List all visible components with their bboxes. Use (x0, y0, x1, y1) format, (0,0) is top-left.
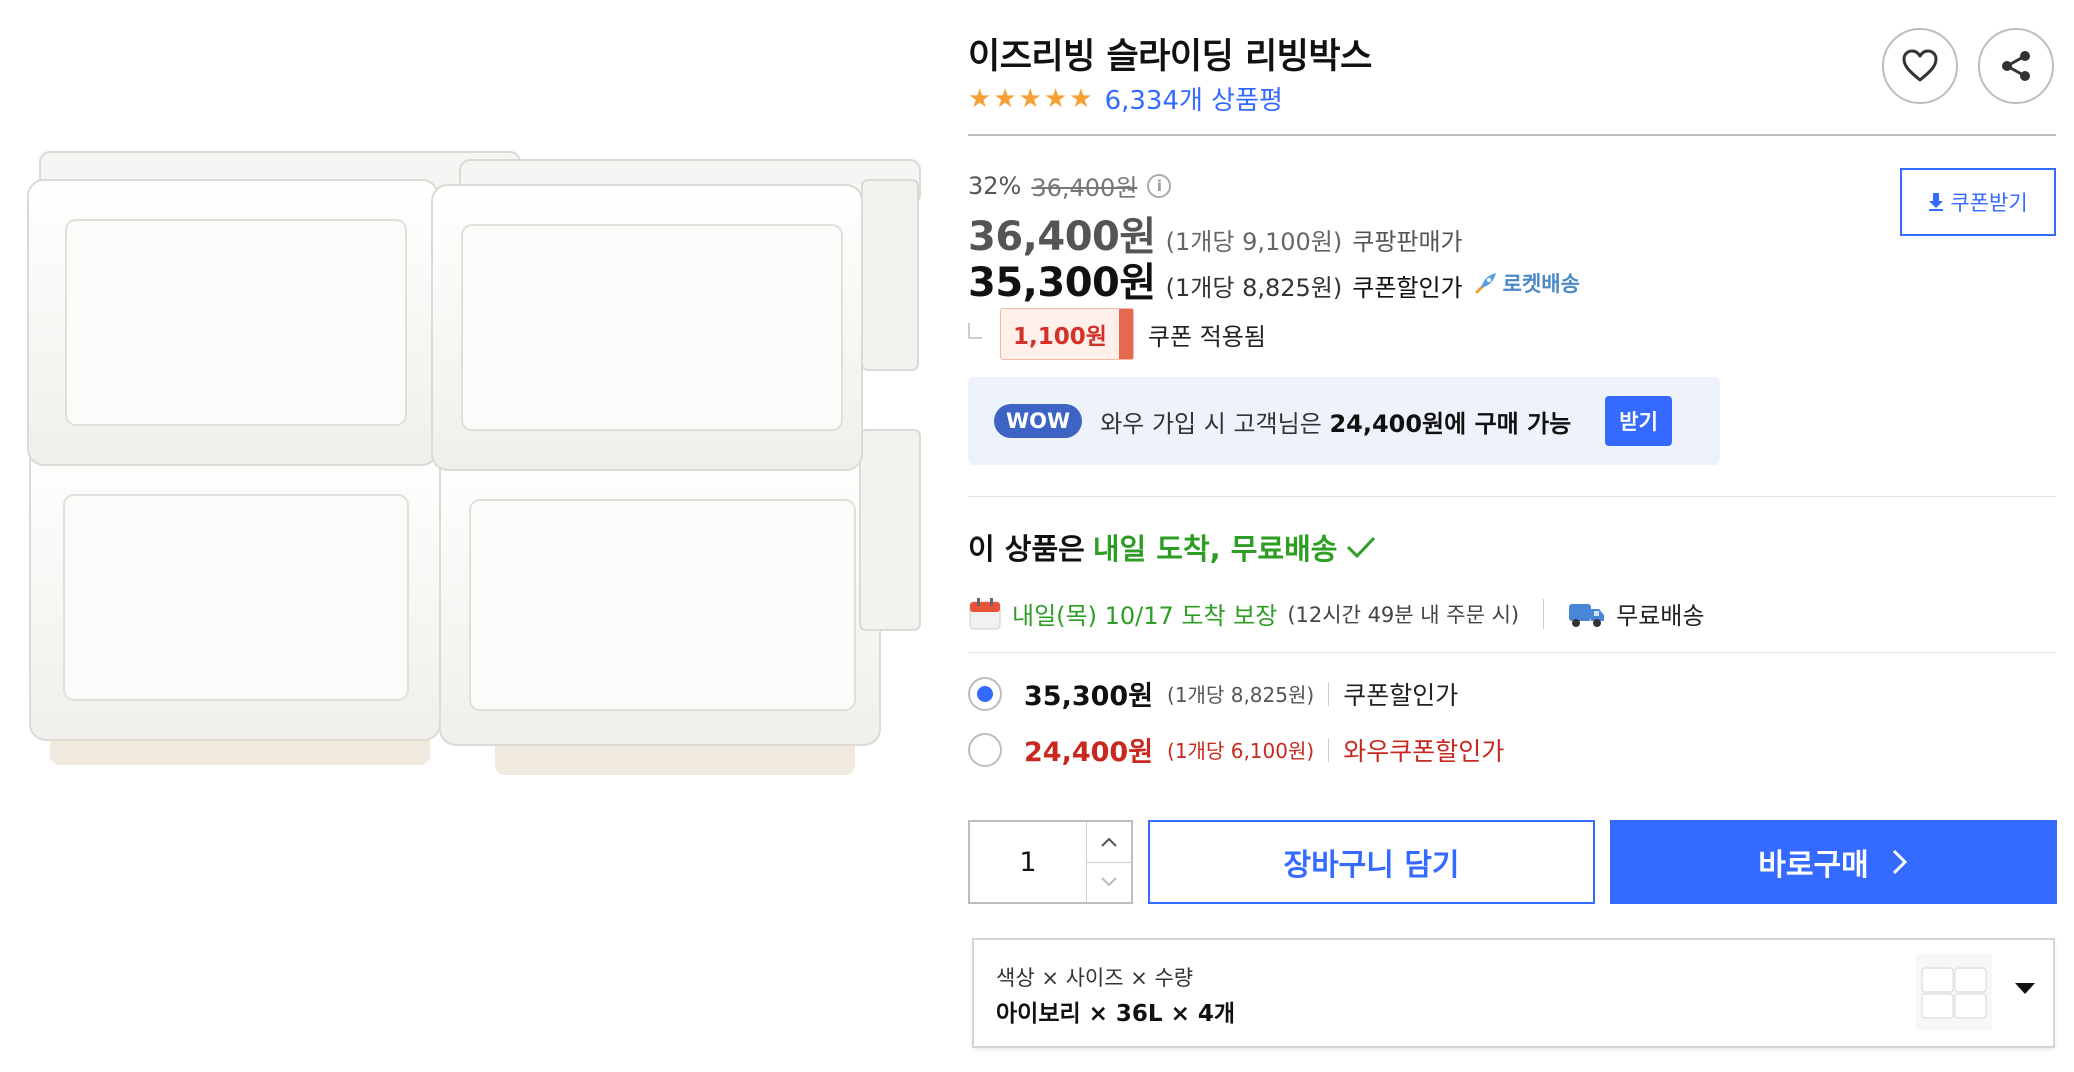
rating: ★ ★ ★ ★ ★ 6,334개 상품평 (968, 80, 1283, 117)
divider (968, 496, 2056, 497)
option-selector-value: 아이보리 × 36L × 4개 (996, 1001, 1236, 1027)
arrival-prefix: 이 상품은 (968, 532, 1085, 566)
buy-now-button[interactable]: 바로구매 (1610, 820, 2057, 904)
divider (968, 652, 2056, 653)
chevron-down-icon (1101, 877, 1117, 887)
checkmark-icon (1347, 536, 1376, 559)
rating-stars: ★ ★ ★ ★ ★ (968, 84, 1093, 114)
option-price: 24,400원 (1024, 737, 1154, 768)
price-option-coupon[interactable]: 35,300원 (1개당 8,825원) 쿠폰할인가 (968, 674, 1458, 713)
star-icon: ★ (993, 83, 1017, 114)
price-option-wow[interactable]: 24,400원 (1개당 6,100원) 와우쿠폰할인가 (968, 730, 1504, 769)
coupon-amount-chip: 1,100원 (1000, 308, 1134, 360)
info-icon[interactable]: i (1147, 173, 1172, 198)
review-count-link[interactable]: 6,334개 상품평 (1105, 80, 1283, 117)
radio-unselected[interactable] (968, 732, 1002, 767)
separator (1328, 737, 1330, 762)
truck-icon (1569, 603, 1605, 627)
quantity-increase-button[interactable] (1087, 822, 1131, 862)
delivery-row: 내일(목) 10/17 도착 보장 (12시간 49분 내 주문 시) 무료배송 (968, 596, 1704, 631)
download-icon (1929, 193, 1944, 211)
corner-icon (968, 323, 982, 339)
divider (968, 134, 2056, 136)
coupon-download-label: 쿠폰받기 (1950, 191, 2028, 215)
wow-badge: WOW (994, 404, 1083, 438)
wishlist-button[interactable] (1882, 28, 1958, 104)
separator (1328, 681, 1330, 706)
option-unit-price: (1개당 8,825원) (1167, 683, 1315, 707)
discount-row: 32% 36,400원 i (968, 168, 1172, 203)
coupon-price: 35,300원 (968, 260, 1156, 306)
option-label: 쿠폰할인가 (1343, 680, 1459, 710)
option-selector[interactable]: 색상 × 사이즈 × 수량 아이보리 × 36L × 4개 (972, 938, 2055, 1048)
product-image (0, 130, 930, 810)
coupon-price-row: 35,300원 (1개당 8,825원) 쿠폰할인가 로켓배송 (968, 250, 1580, 308)
heart-icon (1902, 49, 1938, 82)
wow-membership-banner: WOW 와우 가입 시 고객님은 24,400원에 구매 가능 받기 (968, 377, 1720, 465)
star-icon: ★ (1069, 83, 1093, 114)
option-thumbnail (1914, 952, 1994, 1032)
radio-selected[interactable] (968, 676, 1002, 711)
wow-text-prefix: 와우 가입 시 고객님은 (1100, 409, 1330, 438)
quantity-input[interactable] (970, 822, 1086, 902)
free-shipping-label: 무료배송 (1616, 602, 1705, 630)
quantity-decrease-button[interactable] (1087, 861, 1131, 903)
chevron-right-icon (1892, 849, 1907, 875)
rocket-delivery-badge: 로켓배송 (1473, 268, 1580, 298)
calendar-icon (969, 597, 1001, 629)
quantity-stepper (968, 820, 1133, 904)
coupon-applied-text: 쿠폰 적용됨 (1147, 322, 1266, 351)
discount-rate: 32% (968, 171, 1022, 200)
coupon-price-label: 쿠폰할인가 (1352, 274, 1463, 302)
chevron-up-icon (1101, 837, 1117, 847)
wow-price-text: 24,400원에 구매 가능 (1329, 409, 1572, 438)
product-title: 이즈리빙 슬라이딩 리빙박스 (968, 37, 1372, 77)
rocket-icon (1475, 273, 1496, 294)
share-button[interactable] (1978, 28, 2054, 104)
option-label: 와우쿠폰할인가 (1343, 736, 1505, 766)
star-icon: ★ (968, 83, 992, 114)
add-to-cart-button[interactable]: 장바구니 담기 (1148, 820, 1595, 904)
share-icon (2002, 51, 2030, 81)
delivery-condition: (12시간 49분 내 주문 시) (1287, 602, 1520, 627)
wow-text: 와우 가입 시 고객님은 24,400원에 구매 가능 (1100, 404, 1571, 439)
option-price: 35,300원 (1024, 681, 1154, 712)
coupon-applied-row: 1,100원 쿠폰 적용됨 (968, 308, 1266, 360)
coupon-unit-price: (1개당 8,825원) (1165, 274, 1343, 302)
buy-now-label: 바로구매 (1758, 848, 1869, 883)
original-price: 36,400원 (1031, 174, 1138, 202)
option-unit-price: (1개당 6,100원) (1167, 739, 1315, 763)
dropdown-arrow-icon (2015, 983, 2035, 994)
quantity-steps (1086, 822, 1131, 902)
star-icon: ★ (1018, 83, 1042, 114)
wow-claim-button[interactable]: 받기 (1605, 396, 1672, 446)
radio-dot (977, 685, 993, 702)
option-selector-label: 색상 × 사이즈 × 수량 (996, 966, 1194, 990)
separator (1543, 598, 1545, 629)
arrival-headline: 이 상품은 내일 도착, 무료배송 (968, 526, 1377, 568)
rocket-delivery-label: 로켓배송 (1502, 272, 1580, 296)
arrival-highlight: 내일 도착, 무료배송 (1092, 532, 1338, 566)
delivery-date: 내일(목) 10/17 도착 보장 (1012, 602, 1278, 630)
coupon-download-button[interactable]: 쿠폰받기 (1900, 168, 2056, 236)
star-icon: ★ (1043, 83, 1068, 114)
